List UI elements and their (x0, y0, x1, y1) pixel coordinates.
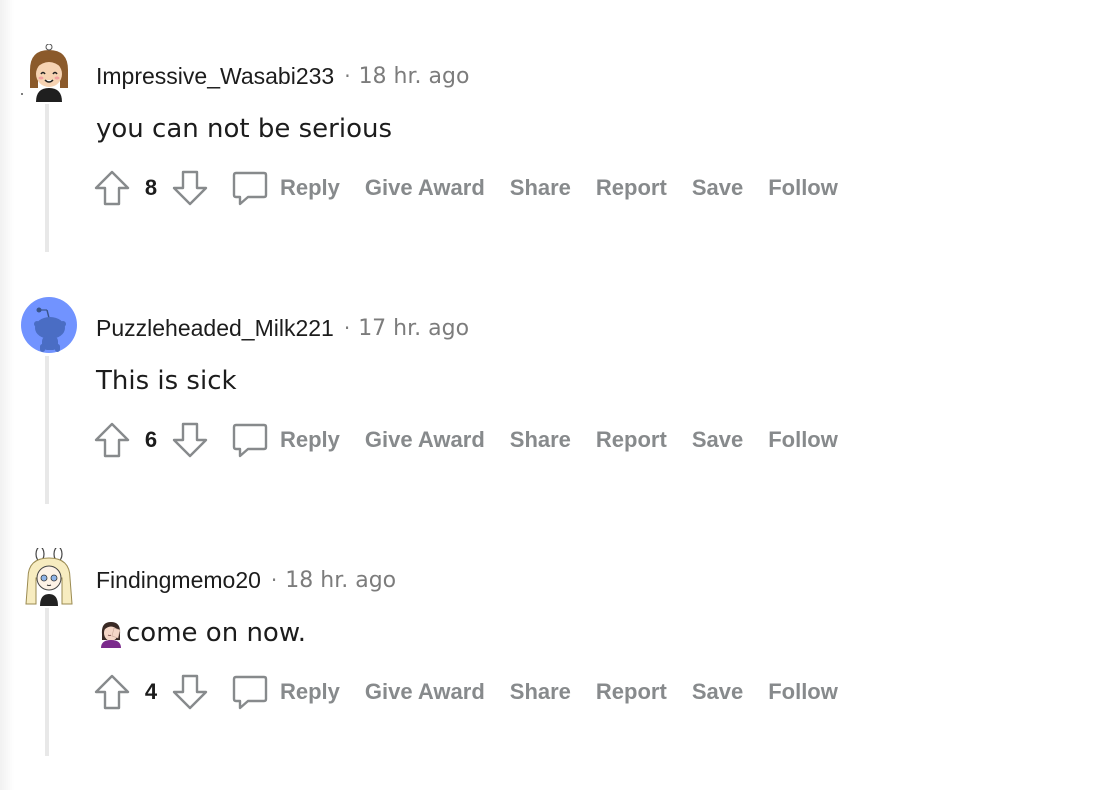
woman-facepalming-emoji (96, 618, 126, 648)
bunny-girl-avatar-icon (21, 548, 77, 606)
timestamp[interactable]: 18 hr. ago (359, 64, 470, 89)
comment-actions: 4 Reply Give Award Share Report Save Fol… (92, 668, 838, 716)
save-button[interactable]: Save (692, 427, 743, 453)
username-link[interactable]: Impressive_Wasabi233 (96, 63, 334, 90)
comment-body: come on now. (96, 618, 306, 648)
reply-label: Reply (280, 175, 340, 200)
report-button[interactable]: Report (596, 175, 667, 201)
reply-label: Reply (280, 427, 340, 452)
vote-score: 6 (144, 427, 158, 452)
username-link[interactable]: Puzzleheaded_Milk221 (96, 315, 334, 342)
reply-button[interactable]: Reply (230, 420, 340, 460)
comment-bubble-icon (232, 171, 268, 206)
comment-meta: Impressive_Wasabi233 · 18 hr. ago (96, 62, 469, 90)
username-link[interactable]: Findingmemo20 (96, 567, 261, 594)
reply-button[interactable]: Reply (230, 672, 340, 712)
meta-separator: · (270, 568, 278, 592)
default-snoo-avatar-icon (21, 297, 77, 353)
comment-actions: 8 Reply Give Award Share Report Save Fol… (92, 164, 838, 212)
user-avatar[interactable] (20, 44, 78, 102)
upvote-icon[interactable] (92, 420, 132, 460)
downvote-icon[interactable] (170, 168, 210, 208)
comment-meta: Findingmemo20 · 18 hr. ago (96, 566, 396, 594)
comment-bubble-icon (232, 423, 268, 458)
thread-line[interactable] (45, 608, 49, 756)
comment: Findingmemo20 · 18 hr. ago come on now. … (0, 548, 1104, 790)
comment-body: you can not be serious (96, 114, 393, 144)
share-button[interactable]: Share (510, 175, 571, 201)
comment-text: come on now. (126, 618, 306, 648)
user-avatar[interactable] (20, 296, 78, 354)
reply-button[interactable]: Reply (230, 168, 340, 208)
downvote-icon[interactable] (170, 420, 210, 460)
give-award-button[interactable]: Give Award (365, 175, 485, 201)
timestamp[interactable]: 18 hr. ago (285, 568, 396, 593)
meta-separator: · (344, 64, 351, 88)
timestamp[interactable]: 17 hr. ago (358, 316, 469, 341)
save-button[interactable]: Save (692, 679, 743, 705)
report-button[interactable]: Report (596, 427, 667, 453)
follow-button[interactable]: Follow (768, 175, 838, 201)
upvote-icon[interactable] (92, 672, 132, 712)
vote-score: 8 (144, 175, 158, 200)
share-button[interactable]: Share (510, 679, 571, 705)
comment: Puzzleheaded_Milk221 · 17 hr. ago This i… (0, 296, 1104, 548)
user-avatar[interactable] (20, 548, 78, 606)
girl-avatar-icon (21, 44, 76, 102)
comment-actions: 6 Reply Give Award Share Report Save Fol… (92, 416, 838, 464)
save-button[interactable]: Save (692, 175, 743, 201)
share-button[interactable]: Share (510, 427, 571, 453)
give-award-button[interactable]: Give Award (365, 679, 485, 705)
thread-line[interactable] (45, 356, 49, 504)
thread-line[interactable] (45, 104, 49, 252)
upvote-icon[interactable] (92, 168, 132, 208)
comment-meta: Puzzleheaded_Milk221 · 17 hr. ago (96, 314, 469, 342)
follow-button[interactable]: Follow (768, 679, 838, 705)
report-button[interactable]: Report (596, 679, 667, 705)
give-award-button[interactable]: Give Award (365, 427, 485, 453)
comment-body: This is sick (96, 366, 237, 396)
meta-separator: · (343, 316, 351, 340)
follow-button[interactable]: Follow (768, 427, 838, 453)
comment: Impressive_Wasabi233 · 18 hr. ago you ca… (0, 44, 1104, 296)
comment-bubble-icon (232, 675, 268, 710)
vote-score: 4 (144, 679, 158, 704)
downvote-icon[interactable] (170, 672, 210, 712)
reply-label: Reply (280, 679, 340, 704)
